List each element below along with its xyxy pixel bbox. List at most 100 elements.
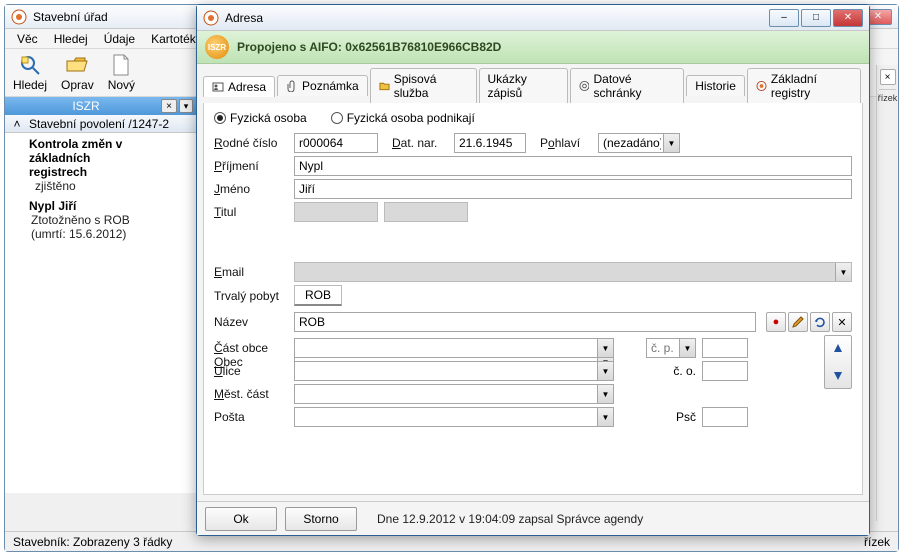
tab-adresa[interactable]: Adresa [203,76,275,97]
tab-trvaly-rob[interactable]: ROB [294,285,342,306]
select-cast[interactable]: ▼ [294,338,614,358]
person-card-icon [212,81,224,93]
sidebar-header-title: Stavební povolení /1247-2 [29,117,169,131]
radio-podnikajici[interactable]: Fyzická osoba podnikají [331,111,475,125]
chevron-down-icon[interactable]: ▼ [597,408,613,426]
chevron-down-icon[interactable]: ▼ [597,385,613,403]
tab-label: Adresa [228,80,266,94]
input-nazev[interactable] [294,312,756,332]
select-posta[interactable]: ▼ [294,407,614,427]
tab-historie[interactable]: Historie [686,75,745,96]
menu-vec[interactable]: Věc [11,31,44,47]
tool-hledej-label: Hledej [13,78,47,92]
tab-ukazky[interactable]: Ukázky zápisů [479,68,568,103]
pencil-icon [792,316,804,328]
label-prijmeni: Příjmení [214,159,288,173]
chevron-down-icon[interactable]: ▼ [679,339,695,357]
select-cp-type[interactable]: ▼ [646,338,696,358]
tool-novy-label: Nový [108,78,135,92]
paperclip-icon [286,80,298,92]
new-document-icon [109,53,133,77]
iszr-badge-icon: ISZR [205,35,229,59]
select-posta-value[interactable] [294,407,614,427]
aifo-ribbon: ISZR Propojeno s AIFO: 0x62561B76810E966… [197,31,869,64]
folder-open-icon [65,53,89,77]
select-ulice[interactable]: ▼ [294,361,614,381]
menu-udaje[interactable]: Údaje [98,31,141,47]
input-rodne[interactable] [294,133,378,153]
label-cast: Část obce [214,341,288,355]
chevron-down-icon[interactable]: ▼ [663,134,679,152]
delete-button[interactable]: ✕ [832,312,852,332]
select-email[interactable]: ▼ [294,262,852,282]
tab-spisova[interactable]: Spisová služba [370,68,477,103]
modal-min-button[interactable]: – [769,9,799,27]
modal-max-button[interactable]: □ [801,9,831,27]
modal-titlebar[interactable]: Adresa – □ ✕ [197,5,869,31]
input-cp[interactable] [702,338,748,358]
input-prijmeni[interactable] [294,156,852,176]
statusbar-right: řízek [864,535,890,549]
refresh-button[interactable] [810,312,830,332]
tab-poznamka[interactable]: Poznámka [277,75,368,96]
chevron-down-icon[interactable]: ▼ [597,339,613,357]
radio-label: Fyzická osoba [230,111,307,125]
label-titul: Titul [214,205,288,219]
label-nazev: Název [214,315,288,329]
select-ulice-value[interactable] [294,361,614,381]
sort-updown-button[interactable] [824,335,852,389]
input-co[interactable] [702,361,748,381]
sidebar-body: Kontrola změn v základních registrech zj… [5,133,199,493]
sidebar-item-line: (umrtí: 15.6.2012) [31,227,191,241]
iszr-expand-button[interactable]: ▾ [179,99,193,113]
sidebar-item-line: zjištěno [35,179,191,193]
at-sign-icon [579,80,590,92]
tool-novy[interactable]: Nový [108,53,135,92]
modal-app-icon [203,10,219,26]
aifo-text: Propojeno s AIFO: 0x62561B76810E966CB82D [237,40,501,54]
form-area: Fyzická osoba Fyzická osoba podnikají Ro… [203,103,863,495]
select-mest[interactable]: ▼ [294,384,614,404]
chevron-down-icon[interactable]: ▼ [597,362,613,380]
label-posta: Pošta [214,410,288,424]
modal-close-button[interactable]: ✕ [833,9,863,27]
ok-button[interactable]: Ok [205,507,277,531]
radio-fyzicka[interactable]: Fyzická osoba [214,111,307,125]
sidebar-item[interactable]: Kontrola změn v základních registrech zj… [29,137,191,193]
radio-dot-icon [214,112,226,124]
chevron-down-icon[interactable]: ▼ [835,263,851,281]
select-pohlavi[interactable]: ▼ [598,133,680,153]
select-mest-value[interactable] [294,384,614,404]
footer-message: Dne 12.9.2012 v 19:04:09 zapsal Správce … [377,512,643,526]
sidebar-item-line: registrech [29,165,191,179]
tab-zakladni[interactable]: Základní registry [747,68,861,103]
storno-button[interactable]: Storno [285,507,357,531]
tab-label: Spisová služba [394,72,468,100]
chevron-up-icon: ˄ [11,117,23,131]
input-titul-after[interactable] [384,202,468,222]
sidebar-item-line: základních [29,151,191,165]
select-cast-value[interactable] [294,338,614,358]
input-jmeno[interactable] [294,179,852,199]
input-titul-before[interactable] [294,202,378,222]
input-datnar[interactable] [454,133,526,153]
sort-arrows-icon [833,342,843,382]
label-jmeno: Jméno [214,182,288,196]
statusbar-left: Stavebník: Zobrazeny 3 řádky [13,535,172,549]
edit-button[interactable] [788,312,808,332]
sidebar-item[interactable]: Nypl Jiří Ztotožněno s ROB (umrtí: 15.6.… [29,199,191,241]
sidebar-item-title: Kontrola změn v [29,137,191,151]
tool-oprav[interactable]: Oprav [61,53,94,92]
menu-hledej[interactable]: Hledej [48,31,94,47]
iszr-close-button[interactable]: × [161,99,177,113]
record-button[interactable]: ● [766,312,786,332]
tab-label: Základní registry [771,72,852,100]
tool-hledej[interactable]: Hledej [13,53,47,92]
sidebar-header[interactable]: ˄ Stavební povolení /1247-2 [5,115,199,133]
right-strip-close[interactable]: × [880,69,896,85]
radio-dot-icon [331,112,343,124]
tab-datove[interactable]: Datové schránky [570,68,685,103]
select-email-value[interactable] [294,262,852,282]
input-psc[interactable] [702,407,748,427]
app-icon [11,9,27,25]
